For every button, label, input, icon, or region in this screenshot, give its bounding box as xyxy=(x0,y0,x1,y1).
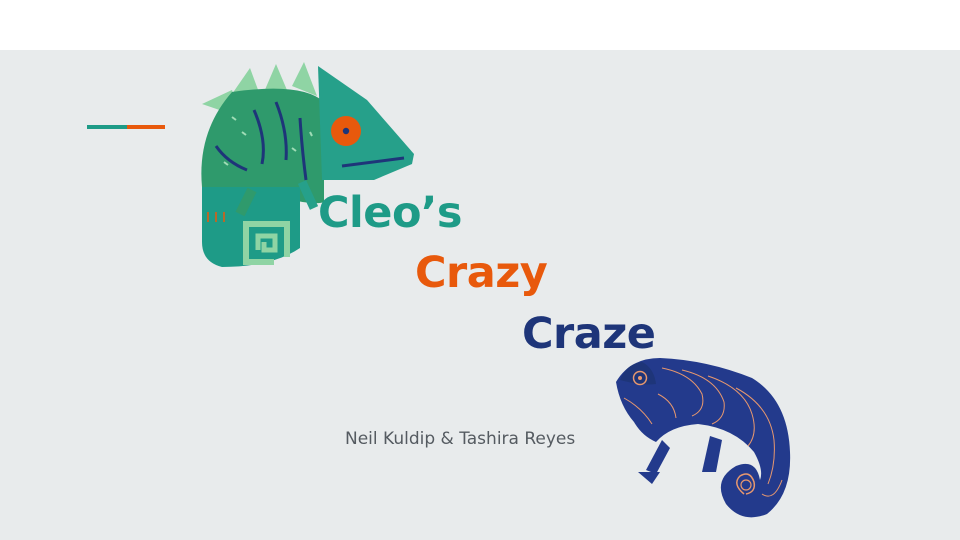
title-word-crazy: Crazy xyxy=(415,248,548,298)
blue-chameleon-icon xyxy=(616,358,791,518)
accent-line-teal xyxy=(87,125,127,129)
title-word-cleos: Cleo’s xyxy=(318,188,462,238)
green-chameleon-icon xyxy=(201,62,414,267)
title-slide: Cleo’s Crazy Craze Neil Kuldip & Tashira… xyxy=(0,50,960,540)
top-margin xyxy=(0,0,960,50)
accent-line-orange xyxy=(127,125,165,129)
title-word-craze: Craze xyxy=(522,309,656,359)
authors-subtitle: Neil Kuldip & Tashira Reyes xyxy=(345,429,576,449)
